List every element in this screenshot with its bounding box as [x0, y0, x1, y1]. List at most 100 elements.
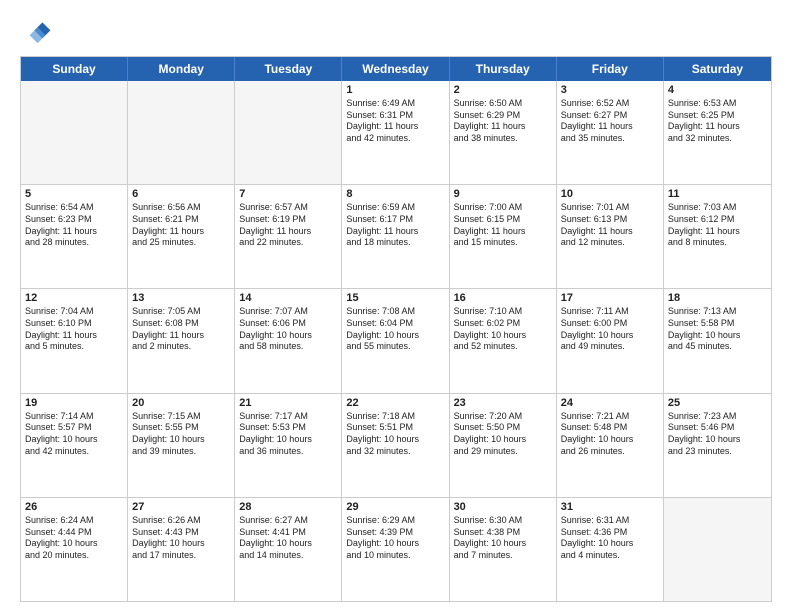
day-number: 7 [239, 188, 337, 200]
weekday-header: Friday [557, 57, 664, 81]
calendar-day-cell: 13Sunrise: 7:05 AM Sunset: 6:08 PM Dayli… [128, 289, 235, 392]
calendar-day-cell: 31Sunrise: 6:31 AM Sunset: 4:36 PM Dayli… [557, 498, 664, 601]
calendar-day-cell: 5Sunrise: 6:54 AM Sunset: 6:23 PM Daylig… [21, 185, 128, 288]
day-number: 11 [668, 188, 767, 200]
calendar-body: 1Sunrise: 6:49 AM Sunset: 6:31 PM Daylig… [21, 81, 771, 601]
calendar-day-cell: 22 Sunrise: 7:18 AM Sunset: 5:51 PM Dayli… [342, 394, 449, 497]
day-info: Sunrise: 6:57 AM Sunset: 6:19 PM Dayligh… [239, 202, 337, 249]
calendar-day-cell: 25Sunrise: 7:23 AM Sunset: 5:46 PM Dayli… [664, 394, 771, 497]
calendar-day-cell: 24 Sunrise: 7:21 AM Sunset: 5:48 PM Dayli… [557, 394, 664, 497]
calendar-day-cell: 29Sunrise: 6:29 AM Sunset: 4:39 PM Dayli… [342, 498, 449, 601]
calendar-day-cell: 4Sunrise: 6:53 AM Sunset: 6:25 PM Daylig… [664, 81, 771, 184]
day-info: Sunrise: 7:14 AM Sunset: 5:57 PM Dayligh… [25, 411, 123, 458]
calendar-header: SundayMondayTuesdayWednesdayThursdayFrid… [21, 57, 771, 81]
calendar-day-cell: 27 Sunrise: 6:26 AM Sunset: 4:43 PM Dayli… [128, 498, 235, 601]
calendar-row: 12 Sunrise: 7:04 AM Sunset: 6:10 PM Dayli… [21, 288, 771, 392]
day-number: 19 [25, 397, 123, 409]
day-info: Sunrise: 6:27 AM Sunset: 4:41 PM Dayligh… [239, 515, 337, 562]
calendar-day-cell: 7 Sunrise: 6:57 AM Sunset: 6:19 PM Daylig… [235, 185, 342, 288]
calendar-day-cell: 14 Sunrise: 7:07 AM Sunset: 6:06 PM Dayli… [235, 289, 342, 392]
calendar-row: 26 Sunrise: 6:24 AM Sunset: 4:44 PM Dayli… [21, 497, 771, 601]
day-number: 14 [239, 292, 337, 304]
weekday-header: Monday [128, 57, 235, 81]
calendar-day-cell: 18 Sunrise: 7:13 AM Sunset: 5:58 PM Dayli… [664, 289, 771, 392]
calendar-day-cell: 3 Sunrise: 6:52 AM Sunset: 6:27 PM Daylig… [557, 81, 664, 184]
calendar: SundayMondayTuesdayWednesdayThursdayFrid… [20, 56, 772, 602]
calendar-day-cell: 8 Sunrise: 6:59 AM Sunset: 6:17 PM Daylig… [342, 185, 449, 288]
day-number: 27 [132, 501, 230, 513]
day-info: Sunrise: 7:10 AM Sunset: 6:02 PM Dayligh… [454, 306, 552, 353]
day-info: Sunrise: 6:59 AM Sunset: 6:17 PM Dayligh… [346, 202, 444, 249]
day-number: 26 [25, 501, 123, 513]
day-number: 17 [561, 292, 659, 304]
weekday-header: Tuesday [235, 57, 342, 81]
day-info: Sunrise: 7:15 AM Sunset: 5:55 PM Dayligh… [132, 411, 230, 458]
calendar-day-cell: 6 Sunrise: 6:56 AM Sunset: 6:21 PM Daylig… [128, 185, 235, 288]
day-number: 8 [346, 188, 444, 200]
day-info: Sunrise: 7:20 AM Sunset: 5:50 PM Dayligh… [454, 411, 552, 458]
day-number: 30 [454, 501, 552, 513]
day-number: 15 [346, 292, 444, 304]
day-number: 5 [25, 188, 123, 200]
logo-icon [20, 16, 52, 48]
calendar-day-cell: 21 Sunrise: 7:17 AM Sunset: 5:53 PM Dayli… [235, 394, 342, 497]
day-info: Sunrise: 6:53 AM Sunset: 6:25 PM Dayligh… [668, 98, 767, 145]
empty-cell [235, 81, 342, 184]
day-info: Sunrise: 6:26 AM Sunset: 4:43 PM Dayligh… [132, 515, 230, 562]
day-info: Sunrise: 6:52 AM Sunset: 6:27 PM Dayligh… [561, 98, 659, 145]
day-info: Sunrise: 7:13 AM Sunset: 5:58 PM Dayligh… [668, 306, 767, 353]
calendar-day-cell: 30 Sunrise: 6:30 AM Sunset: 4:38 PM Dayli… [450, 498, 557, 601]
header [20, 16, 772, 48]
day-number: 24 [561, 397, 659, 409]
day-info: Sunrise: 7:21 AM Sunset: 5:48 PM Dayligh… [561, 411, 659, 458]
day-number: 29 [346, 501, 444, 513]
day-info: Sunrise: 6:49 AM Sunset: 6:31 PM Dayligh… [346, 98, 444, 145]
day-number: 21 [239, 397, 337, 409]
day-info: Sunrise: 7:08 AM Sunset: 6:04 PM Dayligh… [346, 306, 444, 353]
calendar-row: 1Sunrise: 6:49 AM Sunset: 6:31 PM Daylig… [21, 81, 771, 184]
day-number: 9 [454, 188, 552, 200]
calendar-day-cell: 23Sunrise: 7:20 AM Sunset: 5:50 PM Dayli… [450, 394, 557, 497]
calendar-day-cell: 2Sunrise: 6:50 AM Sunset: 6:29 PM Daylig… [450, 81, 557, 184]
day-info: Sunrise: 7:05 AM Sunset: 6:08 PM Dayligh… [132, 306, 230, 353]
calendar-day-cell: 19 Sunrise: 7:14 AM Sunset: 5:57 PM Dayli… [21, 394, 128, 497]
logo [20, 16, 56, 48]
weekday-header: Wednesday [342, 57, 449, 81]
day-number: 12 [25, 292, 123, 304]
calendar-day-cell: 20Sunrise: 7:15 AM Sunset: 5:55 PM Dayli… [128, 394, 235, 497]
day-number: 6 [132, 188, 230, 200]
calendar-row: 19 Sunrise: 7:14 AM Sunset: 5:57 PM Dayli… [21, 393, 771, 497]
calendar-day-cell: 12 Sunrise: 7:04 AM Sunset: 6:10 PM Dayli… [21, 289, 128, 392]
calendar-day-cell: 10Sunrise: 7:01 AM Sunset: 6:13 PM Dayli… [557, 185, 664, 288]
calendar-day-cell: 1Sunrise: 6:49 AM Sunset: 6:31 PM Daylig… [342, 81, 449, 184]
day-info: Sunrise: 6:50 AM Sunset: 6:29 PM Dayligh… [454, 98, 552, 145]
calendar-row: 5Sunrise: 6:54 AM Sunset: 6:23 PM Daylig… [21, 184, 771, 288]
empty-cell [128, 81, 235, 184]
weekday-header: Thursday [450, 57, 557, 81]
day-number: 18 [668, 292, 767, 304]
day-info: Sunrise: 7:01 AM Sunset: 6:13 PM Dayligh… [561, 202, 659, 249]
day-info: Sunrise: 6:24 AM Sunset: 4:44 PM Dayligh… [25, 515, 123, 562]
day-number: 22 [346, 397, 444, 409]
day-info: Sunrise: 7:04 AM Sunset: 6:10 PM Dayligh… [25, 306, 123, 353]
weekday-header: Saturday [664, 57, 771, 81]
day-info: Sunrise: 6:30 AM Sunset: 4:38 PM Dayligh… [454, 515, 552, 562]
calendar-day-cell: 15 Sunrise: 7:08 AM Sunset: 6:04 PM Dayli… [342, 289, 449, 392]
day-info: Sunrise: 6:56 AM Sunset: 6:21 PM Dayligh… [132, 202, 230, 249]
day-info: Sunrise: 6:31 AM Sunset: 4:36 PM Dayligh… [561, 515, 659, 562]
calendar-day-cell: 11Sunrise: 7:03 AM Sunset: 6:12 PM Dayli… [664, 185, 771, 288]
day-number: 25 [668, 397, 767, 409]
day-number: 3 [561, 84, 659, 96]
calendar-day-cell: 26 Sunrise: 6:24 AM Sunset: 4:44 PM Dayli… [21, 498, 128, 601]
day-number: 16 [454, 292, 552, 304]
empty-cell [21, 81, 128, 184]
day-info: Sunrise: 7:00 AM Sunset: 6:15 PM Dayligh… [454, 202, 552, 249]
calendar-day-cell: 16 Sunrise: 7:10 AM Sunset: 6:02 PM Dayli… [450, 289, 557, 392]
calendar-day-cell: 28Sunrise: 6:27 AM Sunset: 4:41 PM Dayli… [235, 498, 342, 601]
empty-cell [664, 498, 771, 601]
day-info: Sunrise: 7:17 AM Sunset: 5:53 PM Dayligh… [239, 411, 337, 458]
day-info: Sunrise: 7:18 AM Sunset: 5:51 PM Dayligh… [346, 411, 444, 458]
day-info: Sunrise: 7:07 AM Sunset: 6:06 PM Dayligh… [239, 306, 337, 353]
calendar-day-cell: 17Sunrise: 7:11 AM Sunset: 6:00 PM Dayli… [557, 289, 664, 392]
calendar-day-cell: 9 Sunrise: 7:00 AM Sunset: 6:15 PM Daylig… [450, 185, 557, 288]
